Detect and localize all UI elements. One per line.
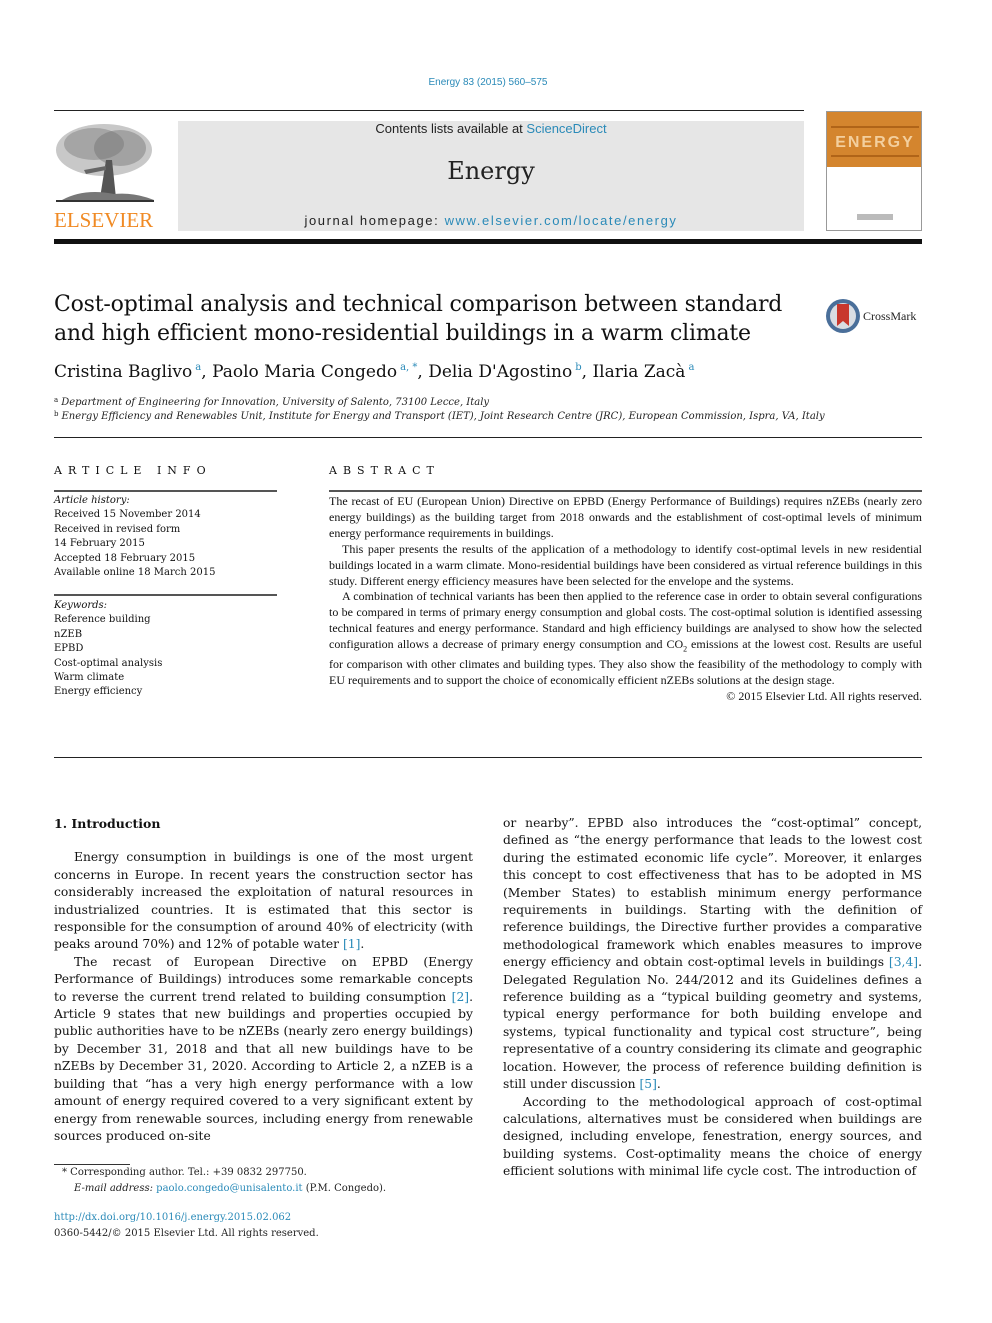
history-item: 14 February 2015 <box>54 538 145 550</box>
author-affiliation-marker[interactable]: a <box>688 362 694 373</box>
abstract-paragraph: This paper presents the results of the a… <box>329 541 922 588</box>
journal-cover-thumbnail[interactable]: ENERGY <box>826 111 922 231</box>
journal-name: Energy <box>447 157 535 185</box>
article-history: Article history: Received 15 November 20… <box>54 494 277 580</box>
keyword: Warm climate <box>54 672 125 684</box>
abstract-copyright: © 2015 Elsevier Ltd. All rights reserved… <box>726 689 922 704</box>
body-text: . <box>656 1077 661 1092</box>
body-paragraph: or nearby”. EPBD also introduces the “co… <box>503 815 922 1094</box>
keyword: Cost-optimal analysis <box>54 657 163 669</box>
elsevier-wordmark: ELSEVIER <box>54 208 154 232</box>
contents-prefix: Contents lists available at <box>375 121 527 136</box>
abstract-paragraph: A combination of technical variants has … <box>329 589 922 689</box>
cover-banner: ENERGY <box>827 112 921 167</box>
body-paragraph: According to the methodological approach… <box>503 1094 922 1179</box>
cover-publisher-mark <box>857 214 893 220</box>
affiliation-text: Department of Engineering for Innovation… <box>61 397 490 408</box>
section-heading: 1. Introduction <box>54 816 161 831</box>
keyword: Energy efficiency <box>54 686 143 698</box>
cover-title: ENERGY <box>835 134 915 151</box>
header-thick-rule <box>54 239 922 244</box>
email-label: E-mail address: <box>74 1182 157 1194</box>
reference-link[interactable]: [2] <box>452 990 469 1004</box>
affiliation-text: Energy Efficiency and Renewables Unit, I… <box>61 411 825 422</box>
body-text: The recast of European Directive on EPBD… <box>54 954 473 1004</box>
keywords-list: Keywords: Reference building nZEB EPBD C… <box>54 599 277 700</box>
journal-homepage-link[interactable]: www.elsevier.com/locate/energy <box>445 213 678 228</box>
affiliation-marker: b <box>54 410 59 418</box>
elsevier-logo[interactable]: ELSEVIER <box>54 120 156 232</box>
abstract-body: The recast of EU (European Union) Direct… <box>329 494 922 705</box>
header-rule <box>54 110 804 111</box>
body-column-left: 1. Introduction Energy consumption in bu… <box>54 815 473 1145</box>
email-note: E-mail address: paolo.congedo@unisalento… <box>62 1181 482 1197</box>
journal-masthead: Contents lists available at ScienceDirec… <box>178 121 804 231</box>
reference-link[interactable]: [5] <box>639 1077 656 1091</box>
sciencedirect-link[interactable]: ScienceDirect <box>526 121 606 136</box>
abstract-paragraph: The recast of EU (European Union) Direct… <box>329 494 922 540</box>
abstract-heading: ABSTRACT <box>329 464 440 477</box>
journal-citation-link[interactable]: Energy 83 (2015) 560–575 <box>0 77 976 88</box>
body-text: Energy consumption in buildings is one o… <box>54 850 473 952</box>
history-item: Accepted 18 February 2015 <box>54 552 196 564</box>
body-text: . Article 9 states that new buildings an… <box>54 989 473 1143</box>
author-affiliation-marker[interactable]: b <box>575 362 581 373</box>
crossmark-label: CrossMark <box>863 308 917 323</box>
doi-link[interactable]: http://dx.doi.org/10.1016/j.energy.2015.… <box>54 1212 291 1223</box>
article-info-heading: ARTICLE INFO <box>54 464 212 477</box>
cover-line <box>831 155 919 157</box>
affiliation-rule <box>54 437 922 438</box>
author-name[interactable]: Cristina Baglivo <box>54 362 192 382</box>
author-list: Cristina Baglivo a, Paolo Maria Congedo a,… <box>54 362 695 382</box>
reference-link[interactable]: [1] <box>343 937 360 951</box>
body-column-right: or nearby”. EPBD also introduces the “co… <box>503 815 922 1181</box>
keyword: nZEB <box>54 628 83 640</box>
issn-copyright: 0360-5442/© 2015 Elsevier Ltd. All right… <box>54 1227 319 1239</box>
author-name[interactable]: Delia D'Agostino <box>428 362 572 382</box>
contents-line: Contents lists available at ScienceDirec… <box>178 121 804 136</box>
homepage-prefix: journal homepage: <box>304 213 445 228</box>
doi-block: http://dx.doi.org/10.1016/j.energy.2015.… <box>54 1210 474 1241</box>
crossmark-button[interactable]: CrossMark <box>825 296 925 336</box>
author-name[interactable]: Paolo Maria Congedo <box>212 362 397 382</box>
history-item: Available online 18 March 2015 <box>54 567 216 579</box>
email-link[interactable]: paolo.congedo@unisalento.it <box>156 1183 302 1194</box>
keyword: EPBD <box>54 643 84 655</box>
elsevier-tree-icon <box>56 124 154 202</box>
affiliation-marker: a <box>54 396 59 404</box>
keywords-rule <box>54 594 277 596</box>
author-affiliation-marker[interactable]: a <box>195 362 201 373</box>
crossmark-icon <box>826 299 860 333</box>
abstract-end-rule <box>54 757 922 758</box>
body-text: . Delegated Regulation No. 244/2012 and … <box>503 955 922 1092</box>
history-item: Received in revised form <box>54 523 181 535</box>
affiliation-b: b Energy Efficiency and Renewables Unit, … <box>54 410 914 422</box>
email-suffix: (P.M. Congedo). <box>302 1182 387 1194</box>
footnote-text: Corresponding author. Tel.: +39 0832 297… <box>67 1167 307 1178</box>
keyword: Reference building <box>54 614 151 626</box>
history-label: Article history: <box>54 495 130 506</box>
cover-line <box>831 126 919 128</box>
article-title: Cost-optimal analysis and technical comp… <box>54 292 783 346</box>
reference-link[interactable]: [3,4] <box>889 955 918 969</box>
author-name[interactable]: Ilaria Zacà <box>592 362 685 382</box>
body-paragraph: Energy consumption in buildings is one o… <box>54 849 473 953</box>
homepage-line: journal homepage: www.elsevier.com/locat… <box>178 213 804 228</box>
affiliation-a: a Department of Engineering for Innovatio… <box>54 396 914 408</box>
body-text: or nearby”. EPBD also introduces the “co… <box>503 816 922 970</box>
history-item: Received 15 November 2014 <box>54 509 201 521</box>
body-paragraph: The recast of European Directive on EPBD… <box>54 954 473 1145</box>
footnote: * Corresponding author. Tel.: +39 0832 2… <box>62 1165 482 1196</box>
article-info-rule <box>54 490 277 492</box>
corresponding-author-note: * Corresponding author. Tel.: +39 0832 2… <box>62 1165 482 1181</box>
keywords-label: Keywords: <box>54 600 108 611</box>
author-affiliation-marker[interactable]: a, * <box>400 362 417 373</box>
abstract-rule <box>329 490 922 492</box>
body-text: . <box>360 937 365 952</box>
